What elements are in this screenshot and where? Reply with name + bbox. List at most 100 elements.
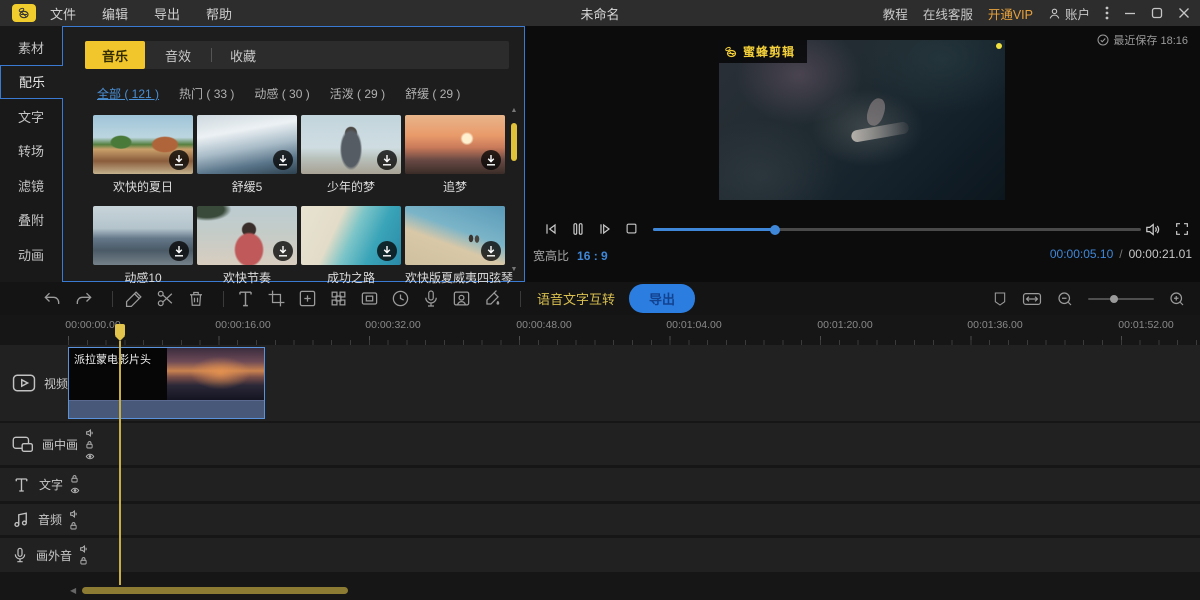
music-thumbnail[interactable]: [301, 115, 401, 174]
maximize-button[interactable]: [1151, 7, 1163, 19]
music-thumbnail[interactable]: [301, 206, 401, 265]
menu-file[interactable]: 文件: [50, 4, 76, 23]
sidebar-item-transition[interactable]: 转场: [0, 134, 62, 169]
zoom-in-button[interactable]: [1168, 290, 1186, 308]
music-thumbnail[interactable]: [93, 206, 193, 265]
crop-button[interactable]: [267, 289, 286, 308]
minimize-button[interactable]: [1124, 7, 1136, 19]
delete-trash-button[interactable]: [187, 289, 205, 308]
download-icon[interactable]: [481, 241, 501, 261]
seek-bar[interactable]: [653, 228, 1141, 231]
more-menu-kebab-icon[interactable]: [1105, 6, 1109, 20]
sidebar-item-music[interactable]: 配乐: [0, 65, 63, 100]
close-button[interactable]: [1178, 7, 1190, 19]
undo-button[interactable]: [42, 289, 62, 309]
next-frame-button[interactable]: [597, 221, 613, 237]
split-scissors-button[interactable]: [156, 289, 175, 308]
track-lock-icon[interactable]: [69, 521, 78, 531]
sidebar-item-text[interactable]: 文字: [0, 99, 62, 134]
category-lively[interactable]: 活泼 ( 29 ): [330, 85, 385, 102]
redo-button[interactable]: [74, 289, 94, 309]
zoom-frame-button[interactable]: [298, 289, 317, 308]
volume-button[interactable]: [1144, 221, 1161, 238]
music-item[interactable]: 成功之路: [301, 206, 401, 286]
support-link[interactable]: 在线客服: [923, 4, 973, 23]
timeline-scroll-left-icon[interactable]: ◀: [70, 586, 76, 595]
download-icon[interactable]: [377, 241, 397, 261]
text-tool-button[interactable]: [236, 289, 255, 308]
duration-clock-button[interactable]: [391, 289, 410, 308]
menu-export[interactable]: 导出: [154, 4, 180, 23]
playhead-handle[interactable]: [115, 324, 125, 336]
playhead-line[interactable]: [119, 341, 121, 585]
track-lock-icon[interactable]: [85, 440, 94, 450]
sidebar-item-overlay[interactable]: 叠附: [0, 203, 62, 238]
account-button[interactable]: 账户: [1048, 4, 1090, 23]
speech-to-text-button[interactable]: 语音文字互转: [537, 289, 615, 308]
fit-timeline-button[interactable]: [1022, 291, 1042, 307]
track-lock-icon[interactable]: [70, 474, 79, 484]
download-icon[interactable]: [169, 241, 189, 261]
music-item[interactable]: 欢快版夏威夷四弦琴: [405, 206, 505, 286]
video-preview[interactable]: 蜜蜂剪辑: [719, 40, 1005, 200]
timeline-clip[interactable]: 派拉蒙电影片头: [68, 347, 265, 419]
edit-pencil-button[interactable]: [125, 289, 144, 308]
seek-bar-thumb[interactable]: [770, 225, 780, 235]
music-thumbnail[interactable]: [405, 115, 505, 174]
timeline-scrollbar[interactable]: [82, 587, 348, 594]
track-mute-icon[interactable]: [69, 509, 79, 519]
sidebar-item-animation[interactable]: 动画: [0, 237, 62, 272]
music-thumbnail[interactable]: [405, 206, 505, 265]
scroll-down-icon[interactable]: ▼: [509, 266, 519, 273]
fullscreen-button[interactable]: [1174, 221, 1190, 238]
music-item[interactable]: 少年的梦: [301, 115, 401, 195]
download-icon[interactable]: [481, 150, 501, 170]
track-visibility-icon[interactable]: [70, 486, 80, 495]
overlay-button[interactable]: [360, 289, 379, 308]
music-item[interactable]: 动感10: [93, 206, 193, 286]
zoom-out-button[interactable]: [1056, 290, 1074, 308]
track-visibility-icon[interactable]: [85, 452, 95, 461]
tab-sound-effects[interactable]: 音效: [165, 46, 191, 65]
category-dynamic[interactable]: 动感 ( 30 ): [254, 85, 309, 102]
timeline-zoom-slider[interactable]: [1088, 298, 1154, 300]
scroll-up-icon[interactable]: ▲: [509, 107, 519, 114]
stop-button[interactable]: [624, 221, 639, 237]
download-icon[interactable]: [169, 150, 189, 170]
menu-edit[interactable]: 编辑: [102, 4, 128, 23]
track-mute-icon[interactable]: [79, 544, 89, 554]
tab-music[interactable]: 音乐: [85, 41, 145, 69]
music-thumbnail[interactable]: [93, 115, 193, 174]
tab-favorites[interactable]: 收藏: [230, 46, 256, 65]
previous-frame-button[interactable]: [543, 221, 559, 237]
menu-help[interactable]: 帮助: [206, 4, 232, 23]
record-mic-button[interactable]: [422, 289, 440, 308]
category-soothing[interactable]: 舒缓 ( 29 ): [405, 85, 460, 102]
sidebar-item-filter[interactable]: 滤镜: [0, 168, 62, 203]
music-scrollbar[interactable]: ▲ ▼: [509, 107, 519, 273]
selection-handle-dot[interactable]: [996, 43, 1002, 49]
track-mute-icon[interactable]: [85, 428, 95, 438]
tutorial-link[interactable]: 教程: [883, 4, 908, 23]
freeze-frame-button[interactable]: [452, 289, 471, 308]
music-item[interactable]: 欢快的夏日: [93, 115, 193, 195]
download-icon[interactable]: [273, 150, 293, 170]
music-item[interactable]: 追梦: [405, 115, 505, 195]
music-thumbnail[interactable]: [197, 206, 297, 265]
zoom-slider-thumb[interactable]: [1110, 295, 1118, 303]
category-hot[interactable]: 热门 ( 33 ): [179, 85, 234, 102]
category-all[interactable]: 全部 ( 121 ): [97, 85, 159, 102]
marker-button[interactable]: [992, 290, 1008, 308]
download-icon[interactable]: [377, 150, 397, 170]
track-lock-icon[interactable]: [79, 556, 88, 566]
music-thumbnail[interactable]: [197, 115, 297, 174]
vip-upgrade-link[interactable]: 开通VIP: [988, 4, 1033, 23]
scrollbar-thumb[interactable]: [511, 123, 517, 161]
sidebar-item-media[interactable]: 素材: [0, 30, 62, 65]
music-item[interactable]: 欢快节奏: [197, 206, 297, 286]
pause-button[interactable]: [570, 221, 586, 237]
export-button[interactable]: 导出: [629, 284, 695, 313]
mosaic-button[interactable]: [329, 289, 348, 308]
aspect-ratio-value[interactable]: 16 : 9: [577, 249, 608, 263]
music-item[interactable]: 舒缓5: [197, 115, 297, 195]
